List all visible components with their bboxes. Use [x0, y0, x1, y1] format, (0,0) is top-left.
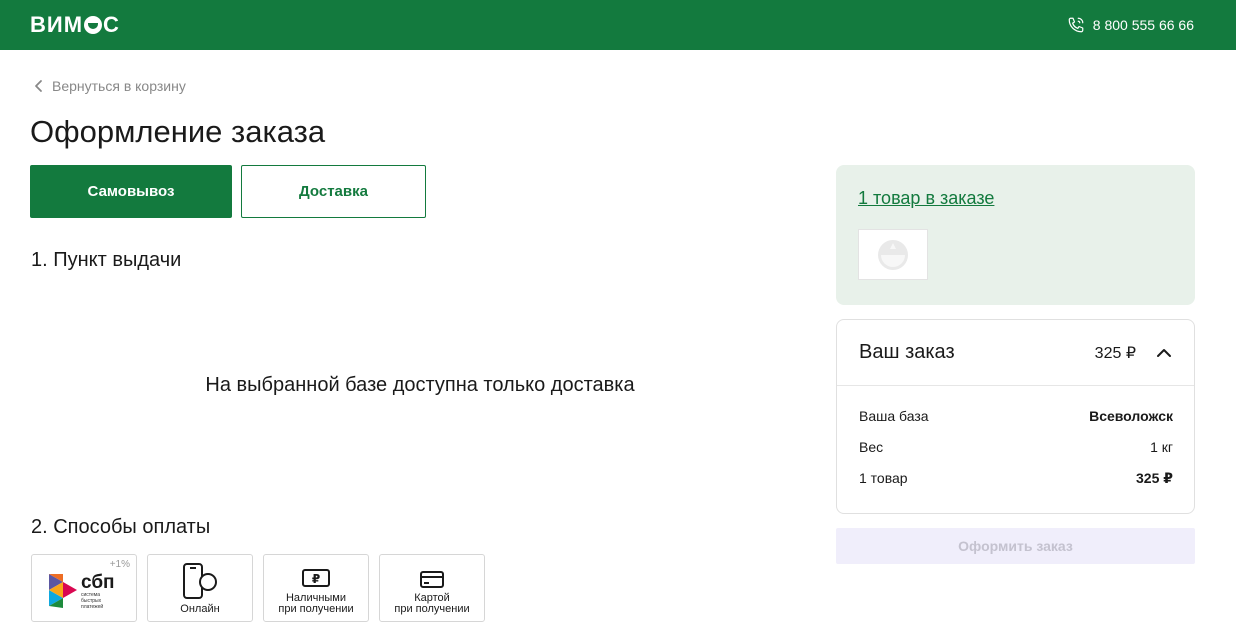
order-row-value: Всеволожск: [1089, 408, 1173, 424]
order-row-items: 1 товар 325 ₽: [859, 470, 1173, 501]
credit-card-icon: [420, 571, 444, 588]
logo-text-left: ВИМ: [30, 12, 84, 37]
cart-items-link[interactable]: 1 товар в заказе: [858, 188, 994, 209]
sbp-logo-text: сбп: [81, 571, 115, 593]
order-row-value: 325 ₽: [1136, 470, 1173, 486]
delivery-only-notice: На выбранной базе доступна только достав…: [205, 374, 635, 396]
delivery-method-tabs: Самовывоз Доставка: [30, 165, 426, 218]
sbp-logo: сбп система быстрых платежей: [47, 572, 121, 610]
product-thumbnail[interactable]: [858, 229, 928, 280]
chevron-left-icon: [35, 80, 42, 92]
submit-order-button[interactable]: Оформить заказ: [836, 528, 1195, 564]
order-row-base: Ваша база Всеволожск: [859, 408, 1173, 439]
order-row-label: Вес: [859, 439, 884, 455]
top-header: ВИМ С 8 800 555 66 66: [0, 0, 1236, 50]
order-summary-header[interactable]: Ваш заказ 325 ₽: [837, 320, 1194, 386]
logo[interactable]: ВИМ С: [30, 12, 120, 38]
sbp-logo-icon: [49, 574, 77, 608]
cart-summary: 1 товар в заказе: [836, 165, 1195, 305]
payment-option-online[interactable]: Онлайн: [147, 554, 253, 622]
page-title: Оформление заказа: [30, 114, 326, 149]
phone-link[interactable]: 8 800 555 66 66: [1067, 16, 1194, 34]
svg-text:₽: ₽: [312, 572, 320, 586]
payment-card-line2: при получении: [394, 603, 470, 615]
phone-icon: [1068, 17, 1084, 33]
payment-online-label: Онлайн: [180, 603, 220, 615]
phone-coin-icon: [183, 563, 217, 599]
tab-delivery[interactable]: Доставка: [241, 165, 426, 218]
section-title-payment-methods: 2. Способы оплаты: [31, 516, 211, 538]
sbp-bonus-badge: +1%: [109, 559, 130, 570]
payment-cash-line2: при получении: [278, 603, 354, 615]
order-title: Ваш заказ: [859, 341, 955, 363]
order-total: 325 ₽: [1094, 344, 1136, 362]
order-row-label: 1 товар: [859, 470, 908, 486]
chevron-up-icon[interactable]: [1156, 348, 1172, 358]
payment-option-sbp[interactable]: +1% сбп система быстрых платежей: [31, 554, 137, 622]
order-row-weight: Вес 1 кг: [859, 439, 1173, 470]
phone-number: 8 800 555 66 66: [1092, 17, 1194, 33]
product-placeholder-icon: [878, 239, 908, 270]
section-title-pickup-point: 1. Пункт выдачи: [31, 249, 182, 271]
back-to-cart-link[interactable]: Вернуться в корзину: [34, 78, 186, 94]
payment-methods: +1% сбп система быстрых платежей Онлайн: [31, 554, 495, 622]
order-row-label: Ваша база: [859, 408, 929, 424]
payment-option-card[interactable]: Картой при получении: [379, 554, 485, 622]
sbp-caption: система быстрых платежей: [81, 591, 104, 610]
back-link-label: Вернуться в корзину: [52, 78, 186, 94]
tab-pickup[interactable]: Самовывоз: [30, 165, 232, 218]
order-details: Ваша база Всеволожск Вес 1 кг 1 товар 32…: [837, 386, 1194, 501]
order-summary: Ваш заказ 325 ₽ Ваша база Всеволожск Вес…: [836, 319, 1195, 514]
cash-ruble-icon: ₽: [302, 569, 330, 587]
payment-option-cash[interactable]: ₽ Наличными при получении: [263, 554, 369, 622]
logo-globe-icon: [84, 16, 103, 34]
logo-text-right: С: [103, 12, 120, 37]
order-row-value: 1 кг: [1150, 439, 1173, 455]
